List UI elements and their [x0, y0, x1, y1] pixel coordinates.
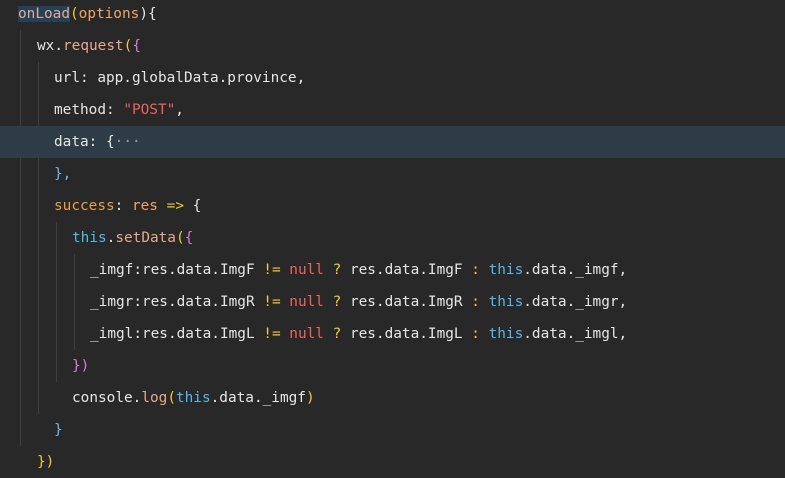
- code-line-text: wx.request({: [37, 30, 141, 62]
- code-token: res.data.ImgR: [341, 294, 472, 310]
- code-token: !=: [263, 326, 281, 342]
- code-token: success: [54, 198, 115, 214]
- code-token: _imgf:res.data.ImgF: [90, 262, 264, 278]
- code-token: request: [63, 38, 124, 54]
- code-token: data: {: [54, 134, 115, 150]
- code-token: !=: [263, 262, 281, 278]
- code-line-text: onLoad(options){: [18, 0, 157, 30]
- code-token: log: [141, 390, 168, 406]
- code-line-text: }): [37, 446, 54, 478]
- code-token: {: [184, 230, 194, 246]
- code-line-text: _imgl:res.data.ImgL != null ? res.data.I…: [90, 318, 627, 350]
- code-token: :: [471, 294, 480, 310]
- code-token: ?: [332, 326, 342, 342]
- code-token: .data._imgf,: [523, 262, 628, 278]
- code-token: .data._imgl,: [523, 326, 628, 342]
- code-token: options: [78, 6, 140, 22]
- code-line-text: this.setData({: [72, 222, 193, 254]
- code-token: ){: [139, 6, 157, 22]
- code-line-text: data: {···: [54, 126, 141, 158]
- code-line[interactable]: method: "POST",: [0, 94, 785, 126]
- code-line-text: _imgr:res.data.ImgR != null ? res.data.I…: [90, 286, 627, 318]
- code-token: this: [488, 294, 524, 310]
- code-line[interactable]: data: {···: [0, 126, 785, 158]
- code-token: onLoad: [18, 6, 70, 22]
- code-token: this: [488, 262, 524, 278]
- code-token: setData: [115, 230, 176, 246]
- code-token: wx: [37, 38, 55, 54]
- code-line[interactable]: }): [0, 446, 785, 478]
- code-token: url: app.globalData.province,: [54, 70, 306, 86]
- code-token: _imgl:res.data.ImgL: [90, 326, 264, 342]
- code-token: ,: [175, 102, 184, 118]
- code-token: (: [69, 6, 79, 22]
- code-line[interactable]: },: [0, 158, 785, 190]
- code-editor[interactable]: onLoad(options){wx.request({url: app.glo…: [0, 0, 785, 473]
- code-token: }: [54, 422, 63, 438]
- code-token: null: [289, 262, 324, 278]
- code-token: null: [289, 294, 324, 310]
- code-line-text: url: app.globalData.province,: [54, 62, 305, 94]
- code-line[interactable]: this.setData({: [0, 222, 785, 254]
- code-token: this: [175, 390, 211, 406]
- code-line[interactable]: _imgr:res.data.ImgR != null ? res.data.I…: [0, 286, 785, 318]
- code-token: null: [289, 326, 324, 342]
- code-token: "POST": [123, 102, 176, 118]
- code-token: this: [488, 326, 524, 342]
- code-token: method:: [54, 102, 124, 118]
- code-line[interactable]: _imgf:res.data.ImgF != null ? res.data.I…: [0, 254, 785, 286]
- code-token: }): [37, 454, 55, 470]
- code-line[interactable]: success: res => {: [0, 190, 785, 222]
- code-token: ?: [332, 294, 342, 310]
- code-line[interactable]: console.log(this.data._imgf): [0, 382, 785, 414]
- code-token: this: [72, 230, 107, 246]
- code-line[interactable]: wx.request({: [0, 30, 785, 62]
- code-token: console.: [72, 390, 142, 406]
- code-token: :: [471, 326, 480, 342]
- code-token: (: [175, 230, 185, 246]
- code-token: res.data.ImgL: [341, 326, 472, 342]
- code-token: (: [167, 390, 176, 406]
- code-line-text: success: res => {: [54, 190, 201, 222]
- code-line-text: }: [54, 414, 63, 446]
- code-token: .data._imgr,: [523, 294, 628, 310]
- code-token: res: [131, 198, 158, 214]
- code-token: },: [54, 166, 72, 182]
- code-token: {: [183, 198, 202, 214]
- code-line[interactable]: _imgl:res.data.ImgL != null ? res.data.I…: [0, 318, 785, 350]
- code-token: :: [471, 262, 480, 278]
- code-token: ···: [114, 134, 141, 150]
- code-token: _imgr:res.data.ImgR: [90, 294, 264, 310]
- code-token: ): [305, 390, 315, 406]
- code-line-text: },: [54, 158, 71, 190]
- code-token: res.data.ImgF: [341, 262, 472, 278]
- code-token: }): [72, 358, 90, 374]
- code-line-text: _imgf:res.data.ImgF != null ? res.data.I…: [90, 254, 627, 286]
- code-line[interactable]: }: [0, 414, 785, 446]
- code-token: ?: [332, 262, 342, 278]
- code-token: !=: [263, 294, 281, 310]
- code-line-text: method: "POST",: [54, 94, 184, 126]
- code-line[interactable]: }): [0, 350, 785, 382]
- code-token: .: [54, 38, 63, 54]
- code-line[interactable]: onLoad(options){: [0, 0, 785, 30]
- code-token: {: [132, 38, 141, 54]
- code-line[interactable]: url: app.globalData.province,: [0, 62, 785, 94]
- code-token: =>: [166, 198, 184, 214]
- code-line-text: }): [72, 350, 89, 382]
- code-line-text: console.log(this.data._imgf): [72, 382, 315, 414]
- code-token: :: [114, 198, 132, 214]
- code-token: .data._imgf: [210, 390, 306, 406]
